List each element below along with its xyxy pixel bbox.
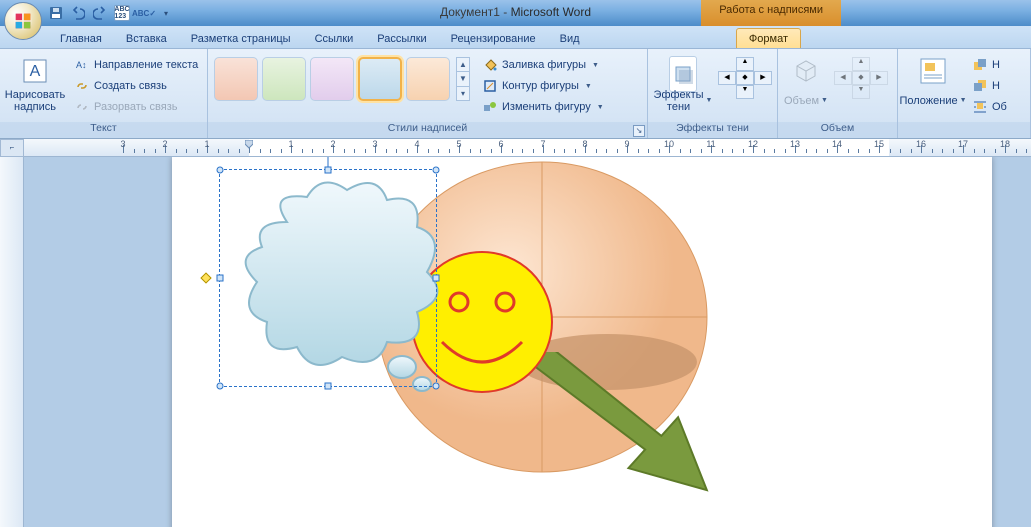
- adjust-handle[interactable]: [200, 272, 211, 283]
- tab-view[interactable]: Вид: [548, 29, 592, 48]
- style-swatch-5[interactable]: [406, 57, 450, 101]
- save-icon[interactable]: [48, 5, 64, 21]
- title-bar: ABC123 ABC✓ ▾ Документ1 - Microsoft Word…: [0, 0, 1031, 26]
- chevron-down-icon: ▼: [592, 62, 599, 69]
- tab-references[interactable]: Ссылки: [303, 29, 366, 48]
- document-workspace: ⌐ 32101234567891011121314151617181920: [0, 139, 1031, 527]
- abc-quick-icon[interactable]: ABC123: [114, 5, 130, 21]
- style-gallery[interactable]: [212, 51, 452, 101]
- office-button[interactable]: [4, 2, 42, 40]
- svg-text:A: A: [30, 63, 41, 80]
- change-shape-button[interactable]: Изменить фигуру▼: [478, 97, 608, 117]
- bring-front-icon: [972, 57, 988, 73]
- text-wrap-button[interactable]: Об: [968, 97, 1011, 117]
- selection-box[interactable]: [219, 169, 437, 387]
- group-shadow-label: Эффекты тени: [648, 122, 777, 138]
- send-back-icon: [972, 78, 988, 94]
- handle-ne[interactable]: [433, 167, 440, 174]
- text-direction-button[interactable]: A↕ Направление текста: [70, 55, 202, 75]
- style-swatch-1[interactable]: [214, 57, 258, 101]
- group-text-label: Текст: [0, 122, 207, 138]
- 3d-tilt-up: ▲: [852, 57, 870, 71]
- gallery-down-icon[interactable]: ▼: [457, 72, 469, 86]
- tab-home[interactable]: Главная: [48, 29, 114, 48]
- create-link-button[interactable]: Создать связь: [70, 76, 202, 96]
- ribbon: A Нарисовать надпись A↕ Направление текс…: [0, 49, 1031, 139]
- 3d-toggle: ◆: [852, 71, 870, 85]
- tab-page-layout[interactable]: Разметка страницы: [179, 29, 303, 48]
- tab-format[interactable]: Формат: [736, 28, 801, 48]
- document-view[interactable]: [24, 157, 1031, 527]
- shadow-nudge-right[interactable]: ▶: [754, 71, 772, 85]
- style-swatch-4-selected[interactable]: [358, 57, 402, 101]
- app-name: Microsoft Word: [511, 5, 591, 19]
- group-styles-label: Стили надписей: [208, 122, 647, 138]
- paint-bucket-icon: [482, 57, 498, 73]
- break-link-icon: [74, 99, 90, 115]
- bring-front-button[interactable]: Н: [968, 55, 1011, 75]
- send-back-button[interactable]: Н: [968, 76, 1011, 96]
- svg-text:A↕: A↕: [76, 60, 87, 70]
- abc-check-icon[interactable]: ABC✓: [136, 5, 152, 21]
- tab-insert[interactable]: Вставка: [114, 29, 179, 48]
- group-textbox-styles: ▲ ▼ ▾ Заливка фигуры▼ Контур фигуры▼ Изм…: [208, 49, 648, 138]
- link-icon: [74, 78, 90, 94]
- chevron-down-icon: ▼: [597, 104, 604, 111]
- 3d-tilt-down: ▼: [852, 85, 870, 99]
- change-shape-icon: [482, 99, 498, 115]
- drawing-canvas: [172, 157, 992, 527]
- handle-n[interactable]: [325, 167, 332, 174]
- group-text: A Нарисовать надпись A↕ Направление текс…: [0, 49, 208, 138]
- shadow-toggle[interactable]: ◆: [736, 71, 754, 85]
- wrap-text-icon: [972, 99, 988, 115]
- group-arrange-label: [898, 122, 1030, 138]
- styles-dialog-launcher[interactable]: ↘: [633, 125, 645, 137]
- redo-icon[interactable]: [92, 5, 108, 21]
- draw-textbox-button[interactable]: A Нарисовать надпись: [4, 51, 66, 117]
- style-swatch-2[interactable]: [262, 57, 306, 101]
- text-direction-icon: A↕: [74, 57, 90, 73]
- pencil-outline-icon: [482, 78, 498, 94]
- 3d-effects-button: Объем ▼: [782, 51, 830, 117]
- ruler-corner[interactable]: ⌐: [0, 139, 24, 157]
- 3d-tilt-right: ▶: [870, 71, 888, 85]
- handle-sw[interactable]: [217, 383, 224, 390]
- group-shadow-effects: Эффекты тени ▼ ▲ ◀ ◆ ▶ ▼ Эффекты тени: [648, 49, 778, 138]
- group-3d: Объем ▼ ▲ ◀ ◆ ▶ ▼ Объем: [778, 49, 898, 138]
- gallery-more-icon[interactable]: ▾: [457, 87, 469, 100]
- handle-w[interactable]: [217, 275, 224, 282]
- tab-review[interactable]: Рецензирование: [439, 29, 548, 48]
- handle-se[interactable]: [433, 383, 440, 390]
- position-button[interactable]: Положение ▼: [902, 51, 964, 117]
- tab-mailings[interactable]: Рассылки: [365, 29, 438, 48]
- style-gallery-scroll[interactable]: ▲ ▼ ▾: [456, 57, 470, 101]
- horizontal-ruler[interactable]: 32101234567891011121314151617181920: [24, 139, 1031, 157]
- 3d-tilt-left: ◀: [834, 71, 852, 85]
- shape-fill-button[interactable]: Заливка фигуры▼: [478, 55, 608, 75]
- qat-more-icon[interactable]: ▾: [158, 5, 174, 21]
- shadow-nudge-down[interactable]: ▼: [736, 85, 754, 99]
- draw-textbox-label: Нарисовать надпись: [5, 89, 65, 113]
- handle-e[interactable]: [433, 275, 440, 282]
- shadow-nudge-up[interactable]: ▲: [736, 57, 754, 71]
- shadow-nudge-left[interactable]: ◀: [718, 71, 736, 85]
- handle-nw[interactable]: [217, 167, 224, 174]
- shape-outline-button[interactable]: Контур фигуры▼: [478, 76, 608, 96]
- document-name: Документ1: [440, 5, 500, 19]
- contextual-tools-label: Работа с надписями: [701, 0, 841, 26]
- group-3d-label: Объем: [778, 122, 897, 138]
- ribbon-tabs: Главная Вставка Разметка страницы Ссылки…: [0, 26, 1031, 49]
- undo-icon[interactable]: [70, 5, 86, 21]
- quick-access-toolbar: ABC123 ABC✓ ▾: [48, 0, 174, 26]
- break-link-button: Разорвать связь: [70, 97, 202, 117]
- handle-s[interactable]: [325, 383, 332, 390]
- vertical-ruler[interactable]: [0, 157, 24, 527]
- group-arrange: Положение ▼ Н Н Об: [898, 49, 1031, 138]
- chevron-down-icon: ▼: [585, 83, 592, 90]
- gallery-up-icon[interactable]: ▲: [457, 58, 469, 72]
- shadow-effects-button[interactable]: Эффекты тени ▼: [652, 51, 714, 117]
- style-swatch-3[interactable]: [310, 57, 354, 101]
